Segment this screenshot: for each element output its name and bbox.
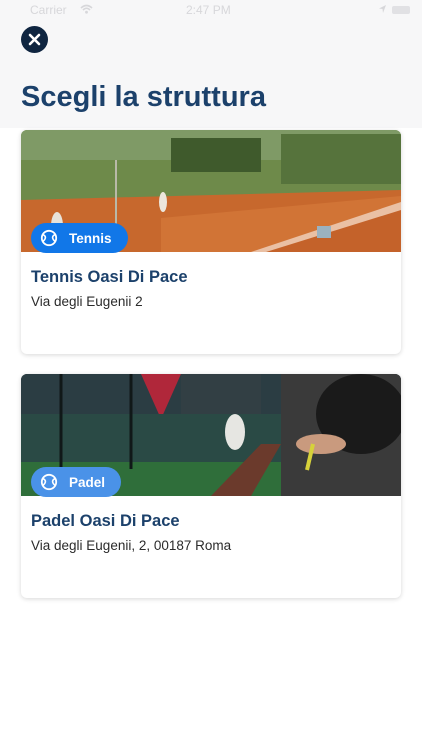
facility-card-tennis[interactable]: Tennis Oasi Di Pace Via degli Eugenii 2 … (21, 130, 401, 354)
wifi-icon (80, 3, 93, 17)
page-title: Scegli la struttura (21, 81, 266, 113)
header: Carrier 2:47 PM Scegli la struttura (0, 0, 422, 128)
facility-address: Via degli Eugenii 2 (31, 294, 143, 309)
location-arrow-icon (378, 3, 387, 17)
facility-address: Via degli Eugenii, 2, 00187 Roma (31, 538, 232, 553)
sport-label: Padel (69, 474, 106, 490)
facility-card-padel[interactable]: Padel Oasi Di Pace Via degli Eugenii, 2,… (21, 374, 401, 598)
padel-ball-icon (40, 473, 58, 491)
close-icon (28, 33, 41, 46)
carrier-label: Carrier (30, 3, 67, 17)
status-time: 2:47 PM (186, 3, 231, 17)
facility-name: Padel Oasi Di Pace (31, 512, 180, 530)
facility-info: Tennis Oasi Di Pace Via degli Eugenii 2 (21, 252, 401, 309)
sport-button-padel[interactable]: Padel (31, 467, 122, 497)
status-bar: Carrier 2:47 PM (0, 0, 422, 20)
sport-label: Tennis (69, 230, 112, 246)
close-button[interactable] (21, 26, 48, 53)
battery-icon (392, 6, 410, 14)
tennis-ball-icon (40, 229, 58, 247)
facility-info: Padel Oasi Di Pace Via degli Eugenii, 2,… (21, 496, 401, 553)
sport-button-tennis[interactable]: Tennis (31, 223, 128, 253)
facility-name: Tennis Oasi Di Pace (31, 268, 188, 286)
